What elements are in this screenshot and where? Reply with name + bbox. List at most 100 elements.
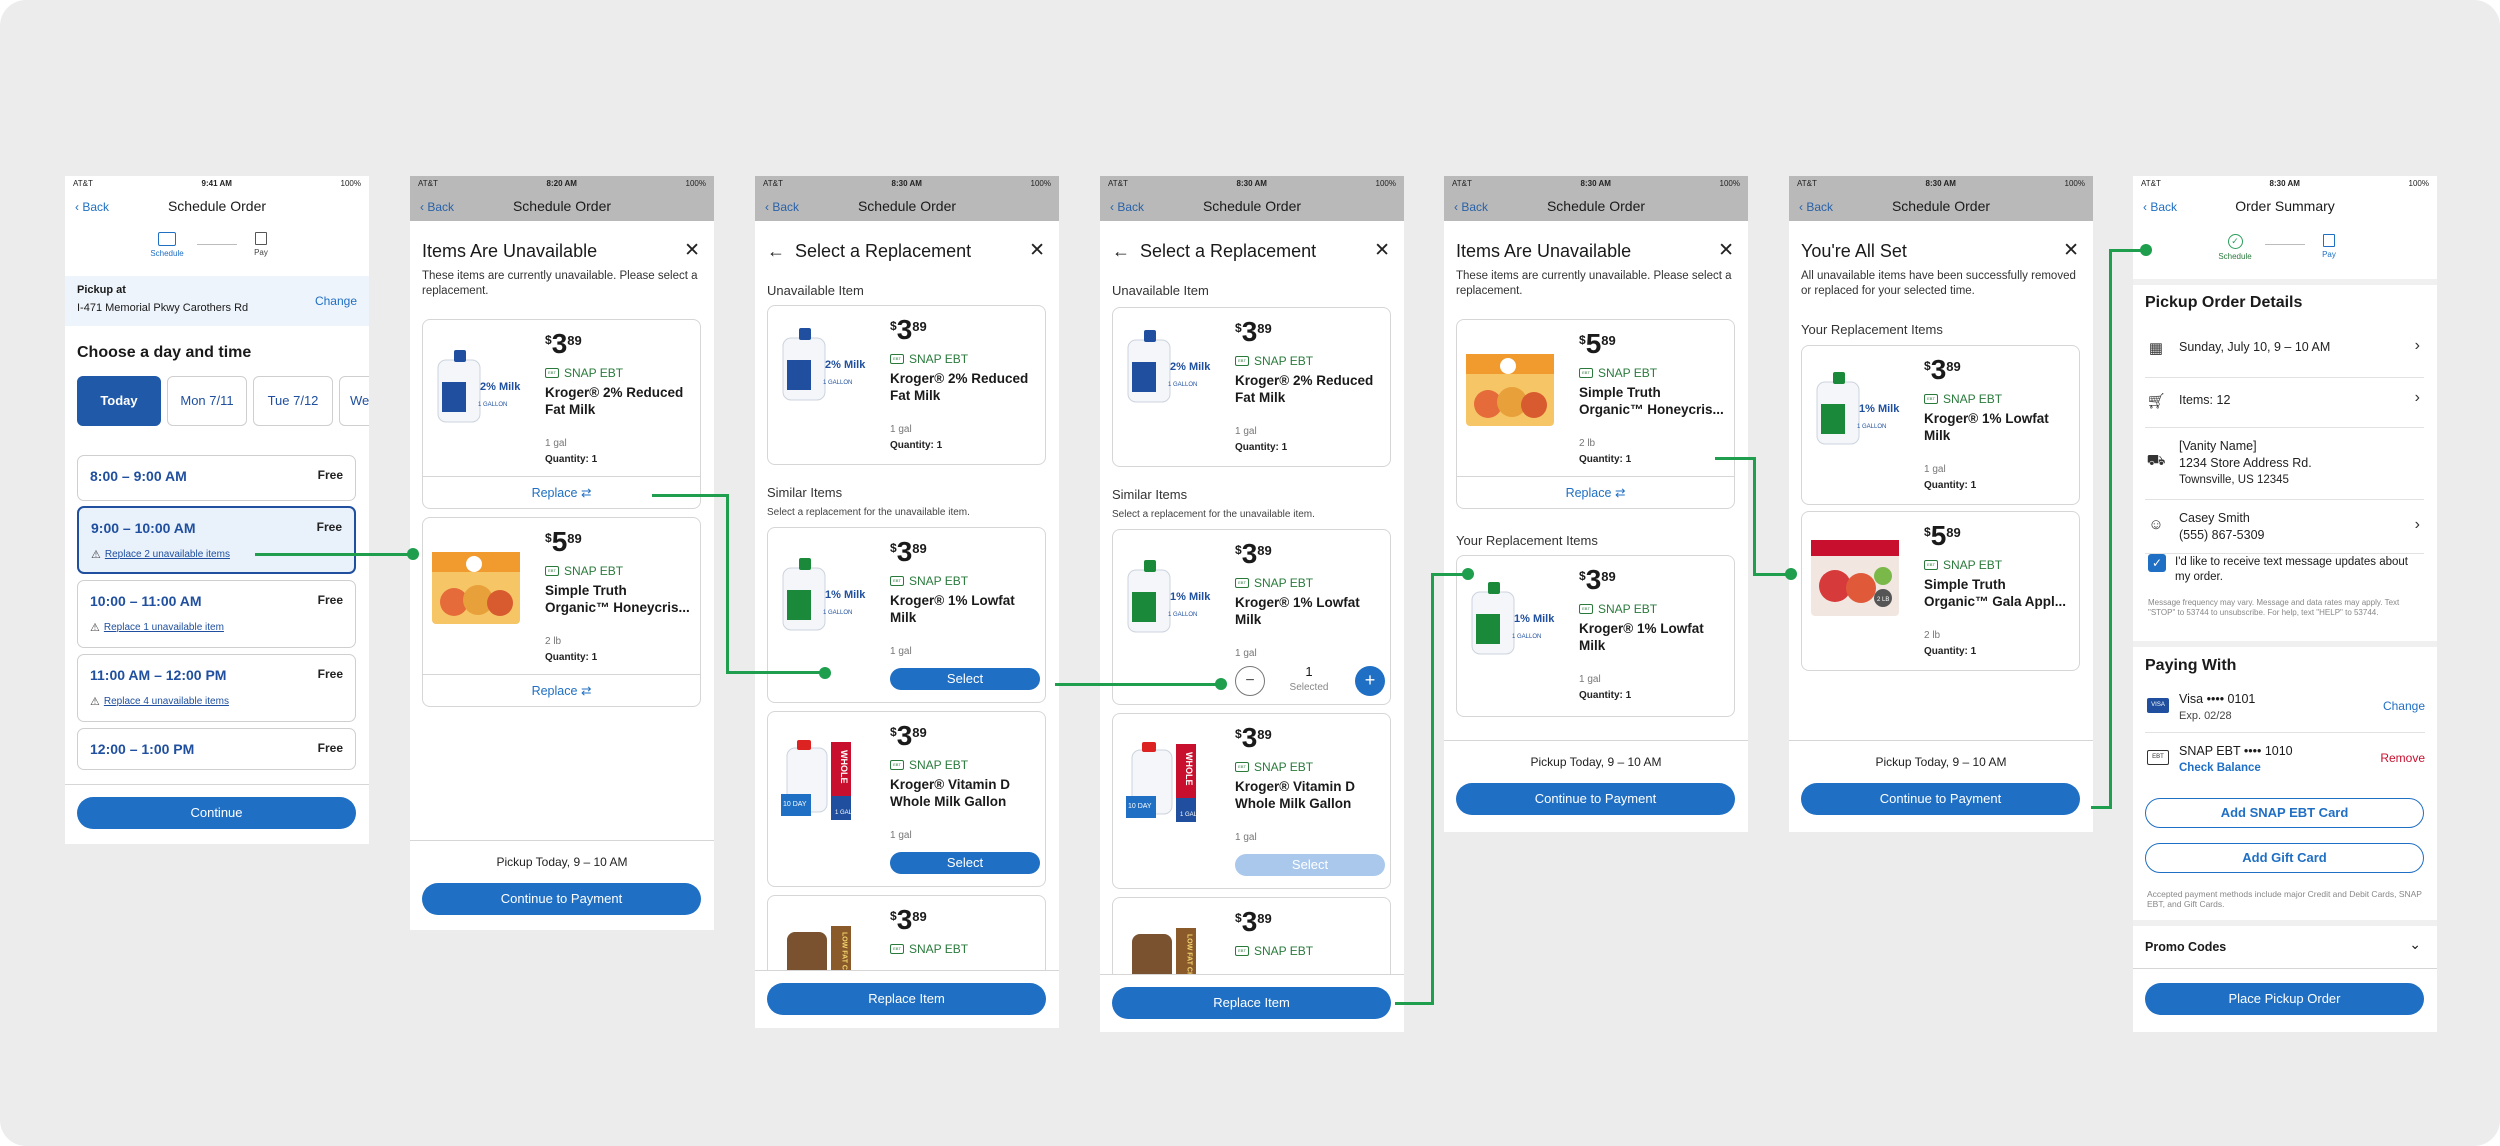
bag-icon xyxy=(2323,234,2335,247)
status-bar: AT&T 8:30 AM 100% xyxy=(1444,176,1748,191)
continue-to-payment-button[interactable]: Continue to Payment xyxy=(1801,783,2080,815)
nav-bar: ‹ Back Schedule Order xyxy=(755,191,1059,221)
product-size: 1 gal xyxy=(1235,832,1257,843)
close-icon[interactable]: ✕ xyxy=(2063,239,2079,262)
place-pickup-order-button[interactable]: Place Pickup Order xyxy=(2145,983,2424,1015)
back-button[interactable]: ‹ Back xyxy=(1110,200,1144,214)
close-icon[interactable]: ✕ xyxy=(1029,239,1045,262)
close-icon[interactable]: ✕ xyxy=(1374,239,1390,262)
day-tab-today[interactable]: Today xyxy=(77,376,161,426)
gala-apple-image: 2 LB xyxy=(1807,530,1902,625)
pickup-address: I-471 Memorial Pkwy Carothers Rd xyxy=(77,302,249,314)
replace-button[interactable]: Replace ⇄ xyxy=(423,476,700,508)
contact-phone: (555) 867-5309 xyxy=(2179,528,2265,542)
replace-item-button[interactable]: Replace Item xyxy=(767,983,1046,1015)
contact-name: Casey Smith xyxy=(2179,511,2250,525)
slot-fee: Free xyxy=(317,468,343,482)
change-card-button[interactable]: Change xyxy=(2383,699,2425,713)
time-slot[interactable]: 10:00 – 11:00 AM Free ⚠ Replace 1 unavail… xyxy=(77,580,356,648)
time-slot[interactable]: 12:00 – 1:00 PM Free xyxy=(77,728,356,770)
add-gift-card-button[interactable]: Add Gift Card xyxy=(2145,843,2424,873)
snap-ebt-badge: EBT SNAP EBT xyxy=(1235,354,1313,368)
sms-checkbox[interactable]: ✓ xyxy=(2148,554,2166,572)
step-pay-active: Pay xyxy=(2309,234,2349,259)
section-label: Unavailable Item xyxy=(1112,283,1209,298)
close-icon[interactable]: ✕ xyxy=(684,239,700,262)
items-row[interactable]: 🛒︎ Items: 12 › xyxy=(2145,384,2424,428)
product-size: 1 gal xyxy=(1579,674,1601,685)
slot-warning[interactable]: ⚠ Replace 4 unavailable items xyxy=(90,695,229,708)
select-button[interactable]: Select xyxy=(890,852,1040,874)
contact-row[interactable]: ☺ Casey Smith (555) 867-5309 › xyxy=(2145,504,2424,554)
sheet-subtitle: These items are currently unavailable. P… xyxy=(1456,270,1732,297)
close-icon[interactable]: ✕ xyxy=(1718,239,1734,262)
step-divider xyxy=(2265,244,2305,245)
pickup-date-row[interactable]: ▦ Sunday, July 10, 9 – 10 AM › xyxy=(2145,332,2424,378)
back-button[interactable]: ‹ Back xyxy=(1799,200,1833,214)
day-tab-wed[interactable]: We xyxy=(339,376,369,426)
time-slot-selected[interactable]: 9:00 – 10:00 AM Free ⚠ Replace 2 unavaila… xyxy=(77,506,356,574)
progress-steps: Schedule Pay xyxy=(65,232,369,270)
milk-2pct-image: 2% Milk 1 GALLON xyxy=(773,320,868,415)
change-location-button[interactable]: Change xyxy=(315,294,357,308)
section-label: Similar Items xyxy=(767,485,843,500)
bottom-sheet: You're All Set ✕ All unavailable items h… xyxy=(1789,221,2093,832)
time-slot[interactable]: 11:00 AM – 12:00 PM Free ⚠ Replace 4 unav… xyxy=(77,654,356,722)
section-heading: Paying With xyxy=(2145,657,2237,674)
connector-segment xyxy=(2091,806,2111,809)
check-balance-link[interactable]: Check Balance xyxy=(2179,762,2261,774)
day-tab-tue[interactable]: Tue 7/12 xyxy=(253,376,333,426)
footer: Pickup Today, 9 – 10 AM Continue to Paym… xyxy=(1444,740,1748,832)
footer: Replace Item xyxy=(755,970,1059,1028)
back-button[interactable]: ‹ Back xyxy=(75,200,109,214)
bottom-sheet: ← Select a Replacement ✕ Unavailable Item… xyxy=(1100,221,1404,1032)
nav-bar: ‹ Back Schedule Order xyxy=(1444,191,1748,221)
carrier: AT&T xyxy=(1452,179,1472,188)
minus-button[interactable]: − xyxy=(1235,666,1265,696)
back-button[interactable]: ‹ Back xyxy=(2143,200,2177,214)
back-button[interactable]: ‹ Back xyxy=(420,200,454,214)
remove-card-button[interactable]: Remove xyxy=(2380,751,2425,765)
section-heading: Choose a day and time xyxy=(77,344,252,361)
product-size: 2 lb xyxy=(1924,630,1941,641)
time-slot[interactable]: 8:00 – 9:00 AM Free xyxy=(77,455,356,501)
product-size: 1 gal xyxy=(890,424,912,435)
replace-item-button[interactable]: Replace Item xyxy=(1112,987,1391,1019)
slot-warning[interactable]: ⚠ Replace 2 unavailable items xyxy=(91,548,230,561)
product-name: Kroger® 1% Lowfat Milk xyxy=(1235,595,1360,627)
page-title: Schedule Order xyxy=(1202,198,1302,214)
back-button[interactable]: ‹ Back xyxy=(1454,200,1488,214)
battery: 100% xyxy=(685,179,706,188)
day-tab-mon[interactable]: Mon 7/11 xyxy=(167,376,247,426)
replace-button[interactable]: Replace ⇄ xyxy=(1457,476,1734,508)
add-snap-ebt-card-button[interactable]: Add SNAP EBT Card xyxy=(2145,798,2424,828)
arrow-left-icon[interactable]: ← xyxy=(767,241,785,261)
back-button[interactable]: ‹ Back xyxy=(765,200,799,214)
svg-text:WHOLE: WHOLE xyxy=(839,750,849,784)
plus-button[interactable]: + xyxy=(1355,666,1385,696)
snap-ebt-badge: EBT SNAP EBT xyxy=(1924,392,2002,406)
snap-ebt-badge: EBT SNAP EBT xyxy=(1235,576,1313,590)
step-schedule: Schedule xyxy=(145,232,189,258)
continue-to-payment-button[interactable]: Continue to Payment xyxy=(1456,783,1735,815)
svg-text:1 GALLON: 1 GALLON xyxy=(1857,424,1886,430)
replace-button[interactable]: Replace ⇄ xyxy=(423,674,700,706)
slot-time: 8:00 – 9:00 AM xyxy=(90,468,187,484)
arrow-left-icon[interactable]: ← xyxy=(1112,241,1130,261)
connector-endpoint xyxy=(1785,568,1797,580)
continue-button[interactable]: Continue xyxy=(77,797,356,829)
price: $389 xyxy=(890,314,927,345)
promo-codes-row[interactable]: Promo Codes ⌄ xyxy=(2145,936,2425,958)
product-quantity: Quantity: 1 xyxy=(1924,646,1977,657)
replacement-card: 2 LB $589 EBT SNAP EBT Simple Truth Organ… xyxy=(1801,511,2080,671)
connector-segment xyxy=(2109,249,2112,809)
step-divider xyxy=(197,244,237,245)
slot-time: 9:00 – 10:00 AM xyxy=(91,520,196,536)
continue-to-payment-button[interactable]: Continue to Payment xyxy=(422,883,701,915)
price: $389 xyxy=(890,904,927,935)
svg-text:2% Milk: 2% Milk xyxy=(825,359,866,371)
chevron-right-icon: › xyxy=(2414,389,2420,406)
select-button[interactable]: Select xyxy=(890,668,1040,690)
slot-warning[interactable]: ⚠ Replace 1 unavailable item xyxy=(90,621,224,634)
product-card: 2% Milk 1 GALLON $389 EBT SNAP EBT Kroger®… xyxy=(422,319,701,509)
